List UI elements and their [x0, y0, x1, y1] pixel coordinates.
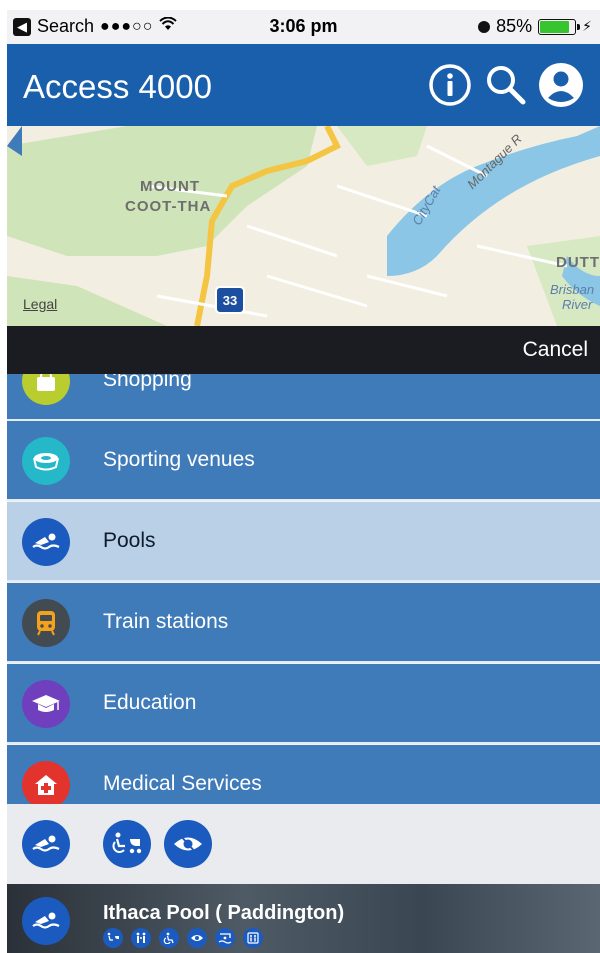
- category-label: Pools: [103, 529, 156, 552]
- map-label-brisbane: Brisban: [550, 282, 595, 297]
- graduation-cap-icon: [22, 680, 70, 728]
- swimmer-icon: [22, 897, 70, 945]
- profile-icon[interactable]: [538, 62, 584, 108]
- swimmer-icon: [22, 518, 70, 566]
- venue-name: Ithaca Pool ( Paddington): [103, 902, 345, 924]
- category-row-medical-services[interactable]: Medical Services: [7, 745, 600, 804]
- stadium-icon: [22, 437, 70, 485]
- active-filter-bar: [7, 804, 600, 884]
- venue-card[interactable]: Ithaca Pool ( Paddington): [7, 884, 600, 953]
- battery-icon: [538, 18, 581, 35]
- low-vision-icon[interactable]: [164, 820, 212, 868]
- wheelchair-pram-icon[interactable]: [103, 820, 151, 868]
- cancel-button[interactable]: Cancel: [523, 338, 588, 362]
- category-row-education[interactable]: Education: [7, 664, 600, 744]
- app-title: Access 4000: [23, 68, 212, 105]
- lift-icon: [243, 928, 263, 948]
- battery-percent: 85%: [496, 16, 533, 36]
- search-icon[interactable]: [483, 62, 529, 108]
- cancel-bar: Cancel: [7, 326, 600, 374]
- category-row-train-stations[interactable]: Train stations: [7, 583, 600, 663]
- map-label-dutt: Dutt: [556, 254, 600, 271]
- category-row-sporting-venues[interactable]: Sporting venues: [7, 421, 600, 501]
- map-view[interactable]: Mount Coot-tha CityCat Montague R Dutt B…: [7, 126, 600, 326]
- category-label: Medical Services: [103, 772, 262, 795]
- battery-fill: [540, 20, 569, 33]
- map-label-river: River: [562, 297, 593, 312]
- swimmer-icon[interactable]: [22, 820, 70, 868]
- pool-hoist-icon: [215, 928, 235, 948]
- wheelchair-icon: [159, 928, 179, 948]
- route-badge: 33: [215, 286, 245, 314]
- category-row-shopping[interactable]: Shopping: [7, 374, 600, 421]
- status-right: 85% ⚡: [478, 16, 592, 37]
- venue-feature-icons: [103, 928, 263, 948]
- map-label-mount: Mount: [140, 178, 200, 195]
- category-list[interactable]: Shopping Sporting venues Pools Train sta…: [7, 374, 600, 804]
- medical-house-icon: [22, 761, 70, 804]
- category-label: Sporting venues: [103, 448, 255, 471]
- train-icon: [22, 599, 70, 647]
- charging-icon: ⚡: [582, 18, 592, 34]
- app-header: Access 4000: [7, 44, 600, 126]
- alarm-icon: [478, 20, 491, 33]
- status-bar: ◀ Search ●●●○○ 3:06 pm 85% ⚡: [7, 10, 600, 44]
- map-legal-link[interactable]: Legal: [23, 296, 57, 312]
- info-icon[interactable]: [427, 62, 473, 108]
- family-icon: [131, 928, 151, 948]
- category-label: Train stations: [103, 610, 229, 633]
- category-label: Shopping: [103, 374, 192, 391]
- wheelchair-pram-icon: [103, 928, 123, 948]
- category-label: Education: [103, 691, 197, 714]
- low-vision-icon: [187, 928, 207, 948]
- shopping-bag-icon: [22, 374, 70, 405]
- map-label-coot-tha: Coot-tha: [125, 198, 212, 215]
- category-row-pools[interactable]: Pools: [7, 502, 600, 582]
- app-screen: ◀ Search ●●●○○ 3:06 pm 85% ⚡ Access 4000: [7, 10, 600, 953]
